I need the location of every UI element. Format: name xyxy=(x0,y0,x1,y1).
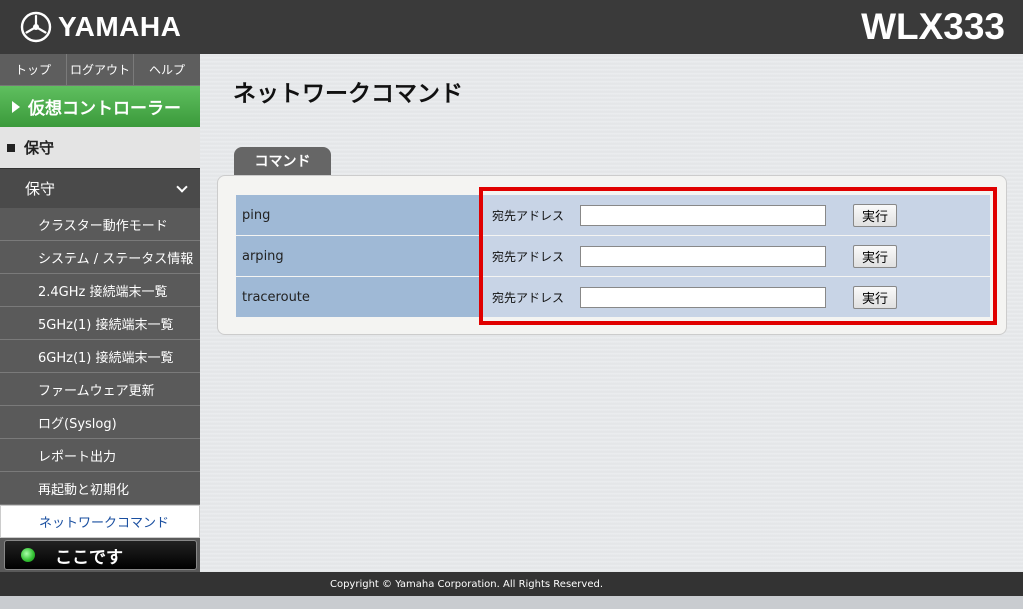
tuning-fork-emblem-icon xyxy=(20,11,52,43)
brand-name: YAMAHA xyxy=(58,11,182,42)
menu-group-label: 保守 xyxy=(25,180,56,198)
sidebar: トップ ログアウト ヘルプ 仮想コントローラー 保守 保守 クラスター動作モード… xyxy=(0,54,200,572)
sidebar-item-network-command[interactable]: ネットワークコマンド xyxy=(0,505,200,538)
command-row-arping: arping 宛先アドレス 実行 xyxy=(236,236,990,276)
yamaha-logo[interactable]: YAMAHA xyxy=(20,10,181,44)
command-input-cell: 宛先アドレス 実行 xyxy=(479,195,990,235)
app-header: YAMAHA WLX333 xyxy=(0,0,1023,54)
sidebar-item-cluster-mode[interactable]: クラスター動作モード xyxy=(0,208,200,241)
sidebar-item-6ghz-clients[interactable]: 6GHz(1) 接続端末一覧 xyxy=(0,340,200,373)
nav-help-link[interactable]: ヘルプ xyxy=(134,54,200,85)
current-location-badge: ここです xyxy=(4,540,197,570)
ping-destination-input[interactable] xyxy=(580,204,826,226)
command-row-traceroute: traceroute 宛先アドレス 実行 xyxy=(236,277,990,317)
nav-top-link[interactable]: トップ xyxy=(0,54,67,85)
command-input-cell: 宛先アドレス 実行 xyxy=(479,277,990,317)
arping-execute-button[interactable]: 実行 xyxy=(853,244,897,268)
menu-group-maintenance[interactable]: 保守 xyxy=(0,168,200,208)
destination-label: 宛先アドレス xyxy=(492,249,565,264)
sidebar-item-syslog[interactable]: ログ(Syslog) xyxy=(0,406,200,439)
section-header-maintenance: 保守 xyxy=(0,127,200,168)
traceroute-execute-button[interactable]: 実行 xyxy=(853,285,897,309)
sidebar-item-system-status[interactable]: システム / ステータス情報 xyxy=(0,241,200,274)
chevron-down-icon xyxy=(176,180,188,193)
destination-label: 宛先アドレス xyxy=(492,208,565,223)
page-title: ネットワークコマンド xyxy=(233,81,463,107)
command-name: ping xyxy=(236,195,479,235)
sidebar-item-reboot-reset[interactable]: 再起動と初期化 xyxy=(0,472,200,505)
virtual-controller-label: 仮想コントローラー xyxy=(28,99,181,119)
bottom-strip xyxy=(0,596,1023,609)
main-content: ネットワークコマンド コマンド ping 宛先アドレス 実行 arping 宛先… xyxy=(200,54,1023,572)
destination-label: 宛先アドレス xyxy=(492,290,565,305)
command-name: traceroute xyxy=(236,277,479,317)
sidebar-item-24ghz-clients[interactable]: 2.4GHz 接続端末一覧 xyxy=(0,274,200,307)
command-section-tab: コマンド xyxy=(234,147,331,175)
traceroute-destination-input[interactable] xyxy=(580,286,826,308)
section-label: 保守 xyxy=(24,139,55,157)
model-name: WLX333 xyxy=(861,6,1005,47)
command-input-cell: 宛先アドレス 実行 xyxy=(479,236,990,276)
command-name: arping xyxy=(236,236,479,276)
sidebar-item-5ghz-clients[interactable]: 5GHz(1) 接続端末一覧 xyxy=(0,307,200,340)
nav-logout-link[interactable]: ログアウト xyxy=(67,54,134,85)
virtual-controller-button[interactable]: 仮想コントローラー xyxy=(0,86,200,127)
ping-execute-button[interactable]: 実行 xyxy=(853,203,897,227)
green-led-icon xyxy=(21,548,35,562)
arping-destination-input[interactable] xyxy=(580,245,826,267)
copyright-text: Copyright © Yamaha Corporation. All Righ… xyxy=(329,578,604,590)
sidebar-top-nav: トップ ログアウト ヘルプ xyxy=(0,54,200,86)
command-panel: ping 宛先アドレス 実行 arping 宛先アドレス 実行 tracerou… xyxy=(217,175,1007,335)
square-bullet-icon xyxy=(7,143,15,152)
current-location-label: ここです xyxy=(55,547,123,568)
command-row-ping: ping 宛先アドレス 実行 xyxy=(236,195,990,235)
triangle-right-icon xyxy=(12,100,20,113)
sidebar-item-firmware-update[interactable]: ファームウェア更新 xyxy=(0,373,200,406)
sidebar-item-report-output[interactable]: レポート出力 xyxy=(0,439,200,472)
footer: Copyright © Yamaha Corporation. All Righ… xyxy=(0,572,1023,596)
